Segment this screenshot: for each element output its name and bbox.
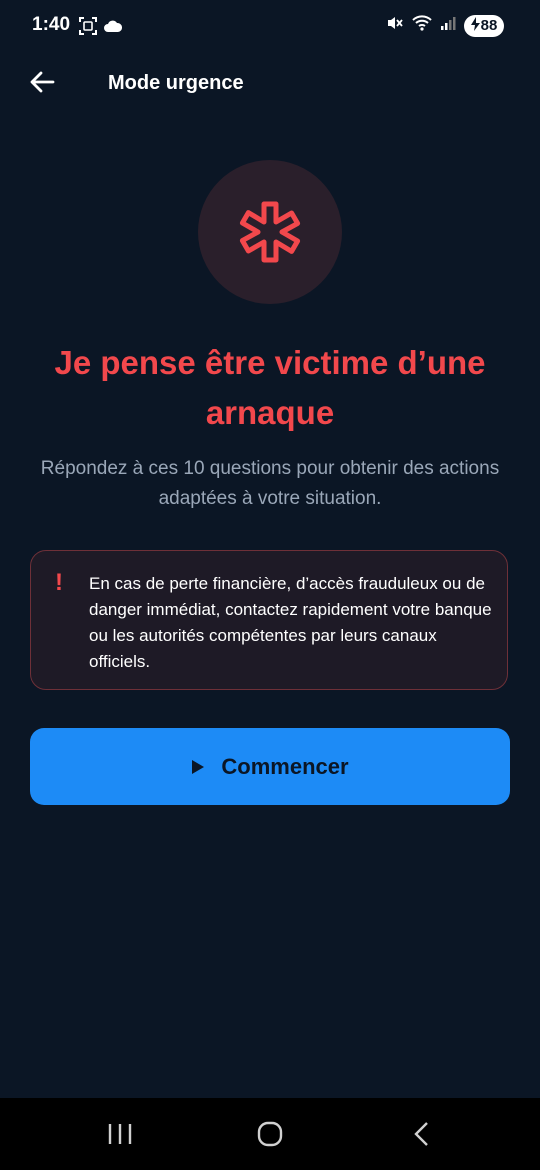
warning-text: En cas de perte financière, d’accès frau… — [89, 574, 492, 671]
mute-icon — [386, 14, 404, 37]
subtitle: Répondez à ces 10 questions pour obtenir… — [40, 458, 500, 509]
exclamation-icon: ! — [55, 569, 63, 596]
start-button[interactable]: Commencer — [30, 728, 510, 805]
status-right-icons: 88 — [386, 14, 504, 37]
chevron-left-icon — [414, 1122, 428, 1146]
headline: Je pense être victime d’une arnaque — [54, 344, 486, 431]
status-left-icons — [78, 16, 123, 41]
page-title: Mode urgence — [108, 72, 244, 94]
system-back-button[interactable] — [392, 1112, 452, 1156]
back-button[interactable] — [24, 64, 60, 100]
start-button-label: Commencer — [221, 753, 349, 779]
wifi-icon — [412, 14, 432, 37]
emergency-icon-badge — [198, 160, 342, 304]
charging-icon — [470, 16, 480, 35]
battery-indicator: 88 — [464, 14, 504, 37]
play-icon — [192, 759, 205, 774]
screenshot-icon — [78, 16, 98, 41]
recent-apps-button[interactable] — [90, 1112, 150, 1156]
signal-icon — [440, 15, 456, 36]
system-nav-bar — [0, 1098, 540, 1170]
battery-level: 88 — [480, 17, 498, 34]
home-icon — [257, 1121, 283, 1147]
warning-card: ! En cas de perte financière, d’accès fr… — [30, 550, 508, 690]
cloud-icon — [104, 18, 123, 39]
recent-apps-icon — [108, 1124, 132, 1144]
status-bar: 1:40 88 — [0, 0, 540, 52]
arrow-left-icon — [30, 71, 55, 93]
medical-asterisk-icon — [239, 201, 301, 263]
app-bar: Mode urgence — [0, 52, 540, 112]
home-button[interactable] — [240, 1112, 300, 1156]
status-time: 1:40 — [32, 14, 71, 35]
